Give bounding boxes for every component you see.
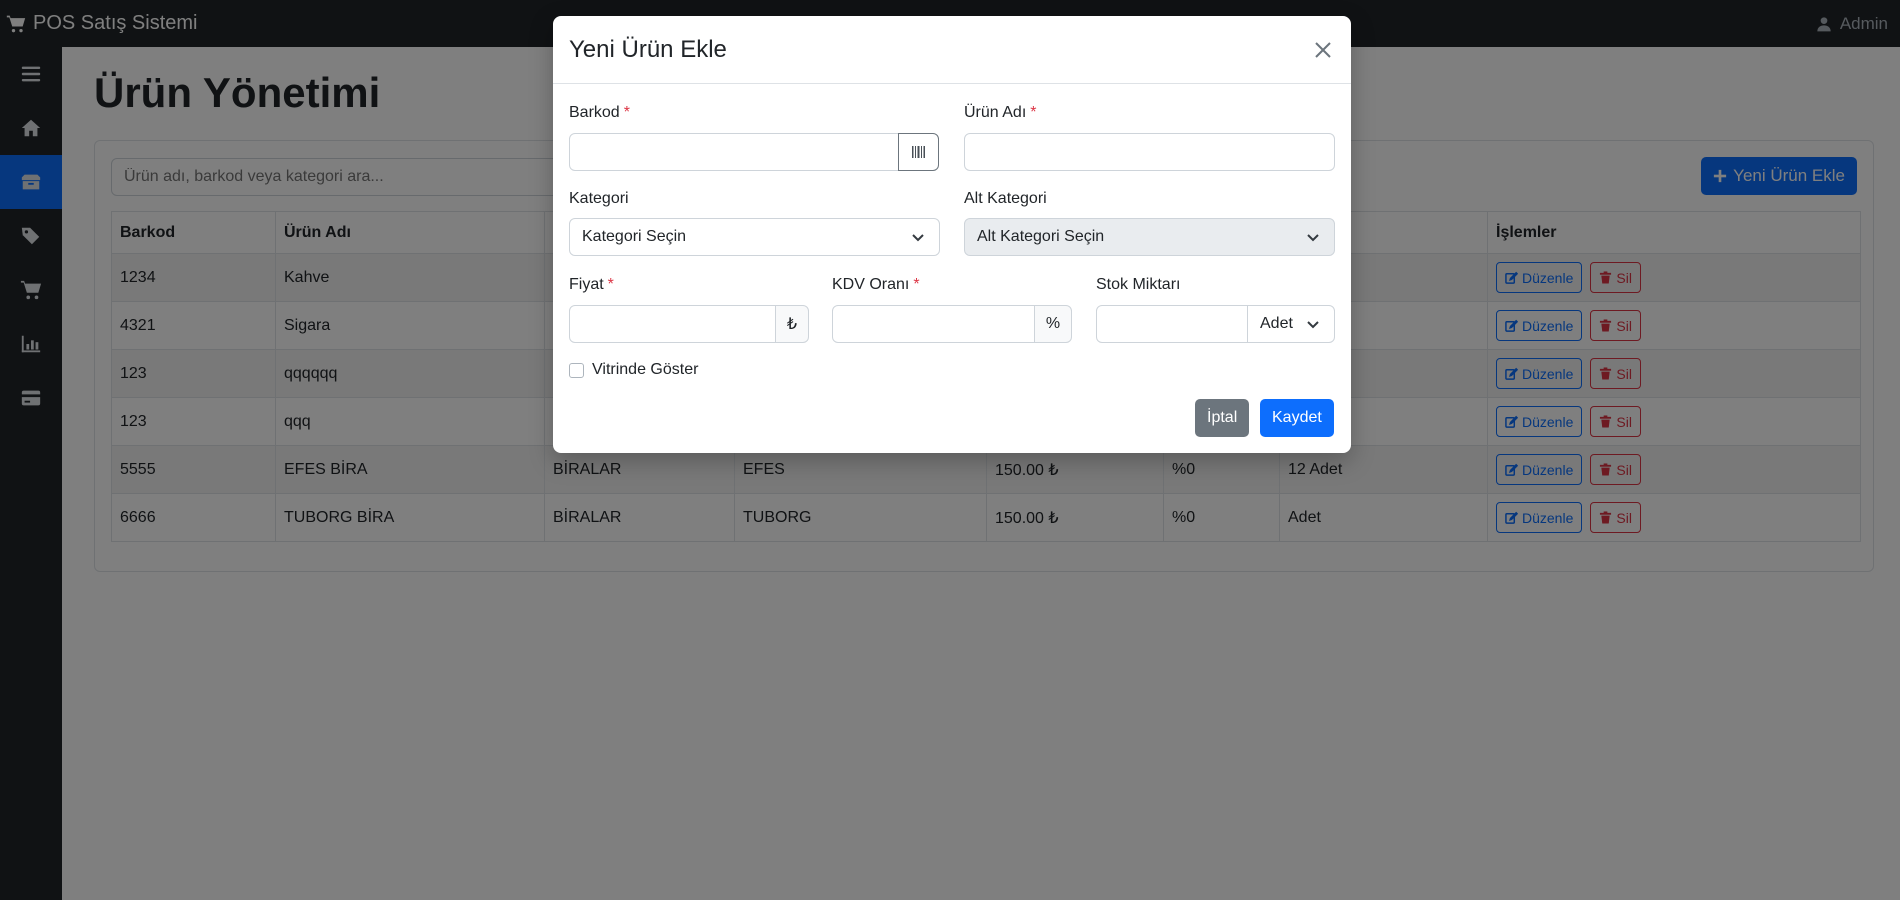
product-name-input[interactable] xyxy=(964,133,1335,171)
required-mark: * xyxy=(623,104,630,121)
category-label: Kategori xyxy=(569,190,629,207)
subcategory-label: Alt Kategori xyxy=(964,190,1047,207)
showcase-label: Vitrinde Göster xyxy=(592,361,699,378)
chevron-down-icon xyxy=(912,234,924,242)
percent-addon: % xyxy=(1034,305,1072,343)
required-mark: * xyxy=(607,276,614,293)
chevron-down-icon xyxy=(1307,321,1319,329)
category-select-value: Kategori Seçin xyxy=(582,228,687,245)
price-label-text: Fiyat xyxy=(569,276,604,293)
vat-input[interactable] xyxy=(832,305,1035,343)
showcase-checkbox-row: Vitrinde Göster xyxy=(569,361,698,379)
showcase-checkbox[interactable] xyxy=(569,362,584,378)
currency-addon: ₺ xyxy=(775,305,809,343)
price-label: Fiyat * xyxy=(569,276,614,294)
vat-label: KDV Oranı * xyxy=(832,276,920,294)
subcategory-select[interactable]: Alt Kategori Seçin xyxy=(964,218,1335,256)
stock-unit-select[interactable]: Adet xyxy=(1247,305,1335,343)
close-icon xyxy=(1315,41,1331,58)
cancel-button[interactable]: İptal xyxy=(1195,399,1250,437)
stock-label: Stok Miktarı xyxy=(1096,276,1181,293)
subcategory-select-value: Alt Kategori Seçin xyxy=(977,228,1105,245)
barcode-scan-button[interactable] xyxy=(898,133,939,171)
product-name-label-text: Ürün Adı xyxy=(964,104,1027,121)
product-name-label: Ürün Adı * xyxy=(964,104,1037,122)
add-product-modal: Yeni Ürün Ekle Barkod * Ürün Adı * Kategor… xyxy=(553,16,1351,453)
modal-title: Yeni Ürün Ekle xyxy=(569,35,727,63)
close-button[interactable] xyxy=(1311,38,1335,62)
barcode-label-text: Barkod xyxy=(569,104,620,121)
category-select[interactable]: Kategori Seçin xyxy=(569,218,940,256)
chevron-down-icon xyxy=(1307,234,1319,242)
required-mark: * xyxy=(913,276,920,293)
required-mark: * xyxy=(1030,104,1037,121)
stock-input[interactable] xyxy=(1096,305,1248,343)
barcode-icon xyxy=(911,146,925,158)
modal-header: Yeni Ürün Ekle xyxy=(553,16,1351,84)
price-input[interactable] xyxy=(569,305,776,343)
barcode-input[interactable] xyxy=(569,133,899,171)
vat-label-text: KDV Oranı xyxy=(832,276,910,293)
barcode-label: Barkod * xyxy=(569,104,630,122)
stock-unit-value: Adet xyxy=(1260,315,1293,332)
save-button[interactable]: Kaydet xyxy=(1260,399,1334,437)
